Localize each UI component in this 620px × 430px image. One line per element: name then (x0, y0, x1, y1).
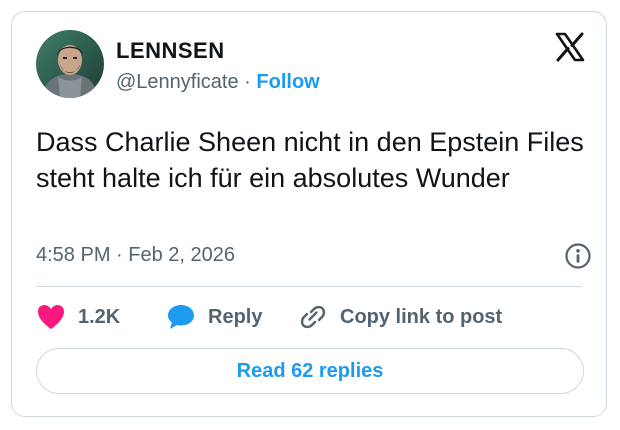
handle-row: @Lennyficate · Follow (116, 71, 320, 94)
heart-icon (36, 303, 66, 331)
tweet-time: 4:58 PM (36, 244, 111, 266)
read-replies-button[interactable]: Read 62 replies (36, 348, 584, 394)
divider (36, 286, 582, 287)
tweet-text: Dass Charlie Sheen nicht in den Epstein … (36, 127, 584, 193)
info-icon[interactable] (564, 242, 592, 270)
reply-label: Reply (208, 305, 263, 328)
tweet-date: Feb 2, 2026 (128, 244, 236, 266)
avatar-image (36, 30, 104, 98)
speech-bubble-icon (166, 303, 196, 331)
timestamp[interactable]: 4:58 PM · Feb 2, 2026 (36, 244, 235, 267)
read-replies-label: Read 62 replies (236, 359, 384, 382)
link-icon (298, 303, 328, 331)
follow-link[interactable]: Follow (256, 71, 319, 93)
copy-link-label: Copy link to post (340, 305, 503, 328)
like-count: 1.2K (78, 305, 121, 328)
avatar[interactable] (36, 30, 104, 98)
copy-link-button[interactable]: Copy link to post (298, 302, 502, 332)
like-button[interactable]: 1.2K (36, 302, 120, 332)
handle-separator: · (244, 71, 251, 93)
x-logo-icon[interactable] (554, 31, 586, 63)
user-handle[interactable]: @Lennyficate (116, 71, 239, 93)
timestamp-separator: · (116, 244, 123, 266)
display-name[interactable]: LENNSEN (116, 38, 225, 64)
reply-button[interactable]: Reply (166, 302, 262, 332)
tweet-card: LENNSEN @Lennyficate · Follow Dass Charl… (11, 11, 607, 417)
